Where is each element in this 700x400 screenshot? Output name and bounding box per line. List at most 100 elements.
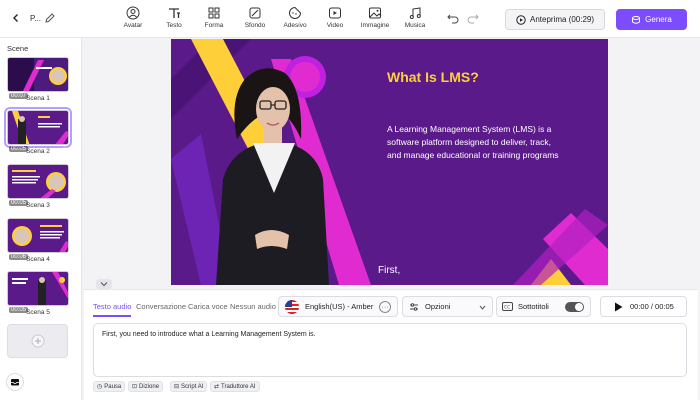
voice-select[interactable]: English(US) - Amber ···: [278, 296, 398, 317]
tool-music[interactable]: Musica: [395, 6, 435, 34]
image-icon: [369, 7, 382, 19]
scene-item-4[interactable]: 00:06 ♫ Scena 4: [7, 218, 69, 263]
undo-icon[interactable]: [446, 11, 460, 25]
tool-sticker[interactable]: Adesivo: [275, 6, 315, 34]
music-icon: [409, 7, 421, 19]
tool-label: Video: [326, 22, 344, 29]
add-scene-button[interactable]: [7, 324, 68, 358]
project-name[interactable]: P...: [30, 14, 41, 23]
pronunciation-icon: ⊡: [132, 384, 138, 390]
video-icon: [329, 7, 341, 19]
thumbnail-art: [8, 58, 68, 91]
scene-label: Scena 1: [26, 95, 50, 102]
svg-text:CC: CC: [504, 305, 510, 311]
scene-item-3[interactable]: 00:05 ♫ Scena 3: [7, 164, 69, 209]
scene-thumbnail: [7, 164, 69, 199]
chip-label: Traduttore AI: [221, 383, 256, 390]
stack-icon: [632, 15, 641, 24]
options-dropdown[interactable]: Opzioni: [402, 296, 493, 317]
top-toolbar: P... Avatar Testo Forma Sfondo Adesivo V…: [0, 0, 700, 38]
shape-icon: [208, 7, 220, 19]
thumbnail-art: [8, 219, 68, 252]
help-button[interactable]: [6, 373, 24, 391]
chevron-left-icon: [13, 14, 18, 22]
tab-upload-voice[interactable]: Carica voce: [188, 302, 228, 311]
clock-icon: ◷: [97, 384, 103, 390]
chip-label: Dizione: [139, 383, 160, 390]
pause-button[interactable]: ◷ Pausa: [93, 381, 126, 392]
plus-circle-icon: [31, 334, 44, 348]
tool-label: Forma: [204, 22, 224, 29]
sliders-icon: [410, 302, 418, 311]
background-icon: [249, 7, 261, 19]
collapse-panel-button[interactable]: [96, 279, 112, 289]
scene-label: Scena 3: [26, 202, 50, 209]
scene-label: Scena 5: [26, 309, 50, 316]
tool-text[interactable]: Testo: [154, 6, 194, 34]
tool-label: Sfondo: [244, 22, 266, 29]
scene-item-5[interactable]: 00:05 ♫ Scena 5: [7, 271, 69, 316]
tool-label: Musica: [404, 22, 426, 29]
chip-label: Script AI: [181, 383, 204, 390]
tool-avatar[interactable]: Avatar: [113, 6, 153, 34]
subtitles-toggle[interactable]: [565, 302, 584, 312]
translate-icon: ⇄: [214, 384, 220, 390]
cc-icon: CC: [502, 302, 513, 311]
thumbnail-art: [8, 272, 68, 305]
subtitles-label: Sottotitoli: [518, 302, 549, 311]
voice-name: English(US) - Amber: [305, 302, 374, 311]
generate-button[interactable]: Genera: [616, 9, 687, 30]
scene-thumbnail: [7, 271, 69, 306]
avatar-icon: [126, 6, 140, 20]
active-tab-indicator: [93, 315, 131, 317]
back-button[interactable]: [8, 10, 24, 26]
script-input[interactable]: First, you need to introduce what a Lear…: [93, 323, 687, 377]
scene-thumbnail: [4, 107, 72, 148]
scene-item-2[interactable]: 00:05 ♫ Scena 2: [4, 107, 72, 155]
generate-label: Genera: [645, 15, 672, 24]
text-icon: [169, 8, 180, 18]
redo-icon[interactable]: [466, 11, 480, 25]
scene-panel: Scene 00:07 ♫ Scena 1 00:05 ♫ Scena 2 00…: [0, 38, 82, 400]
more-options-icon[interactable]: ···: [379, 301, 391, 313]
play-icon[interactable]: [614, 302, 623, 312]
tool-label: Immagine: [360, 22, 390, 29]
tool-shape[interactable]: Forma: [194, 6, 234, 34]
chevron-down-icon: [100, 282, 108, 287]
options-label: Opzioni: [425, 302, 451, 311]
tool-label: Avatar: [123, 22, 143, 29]
chip-label: Pausa: [104, 383, 122, 390]
slide-canvas[interactable]: What Is LMS? A Learning Management Syste…: [171, 39, 608, 285]
preview-button[interactable]: Anteprima (00:29): [505, 9, 605, 30]
slide-title[interactable]: What Is LMS?: [387, 69, 479, 85]
scene-label: Scena 2: [26, 148, 50, 155]
thumbnail-art: [8, 165, 68, 198]
tool-video[interactable]: Video: [315, 6, 355, 34]
audio-player: 00:00 / 00:05: [600, 296, 687, 317]
us-flag-icon: [285, 299, 299, 314]
tool-label: Testo: [166, 22, 182, 29]
preview-label: Anteprima (00:29): [529, 15, 595, 24]
tab-no-audio[interactable]: Nessun audio: [230, 302, 276, 311]
tab-conversation[interactable]: Conversazione: [136, 302, 186, 311]
slide-body-text[interactable]: A Learning Management System (LMS) is a …: [387, 123, 567, 162]
pencil-icon[interactable]: [44, 12, 56, 24]
script-text: First, you need to introduce what a Lear…: [102, 331, 316, 338]
tool-image[interactable]: Immagine: [355, 6, 395, 34]
chevron-down-icon: [479, 305, 486, 310]
scene-item-1[interactable]: 00:07 ♫ Scena 1: [7, 57, 69, 102]
subtitles-control: CC Sottotitoli: [496, 296, 591, 317]
tab-text-audio[interactable]: Testo audio: [93, 302, 131, 311]
sticker-icon: [289, 6, 302, 19]
playback-time: 00:00 / 00:05: [630, 302, 674, 311]
inbox-icon: [11, 379, 19, 386]
audio-panel: Testo audio Conversazione Carica voce Ne…: [84, 289, 698, 400]
diction-button[interactable]: ⊡ Dizione: [128, 381, 164, 392]
ai-script-button[interactable]: ⊟ Script AI: [170, 381, 208, 392]
tool-background[interactable]: Sfondo: [235, 6, 275, 34]
scene-thumbnail: [7, 57, 69, 92]
scenes-heading: Scene: [7, 44, 29, 53]
ai-translator-button[interactable]: ⇄ Traduttore AI: [210, 381, 260, 392]
ai-script-icon: ⊟: [174, 384, 180, 390]
scene-label: Scena 4: [26, 256, 50, 263]
